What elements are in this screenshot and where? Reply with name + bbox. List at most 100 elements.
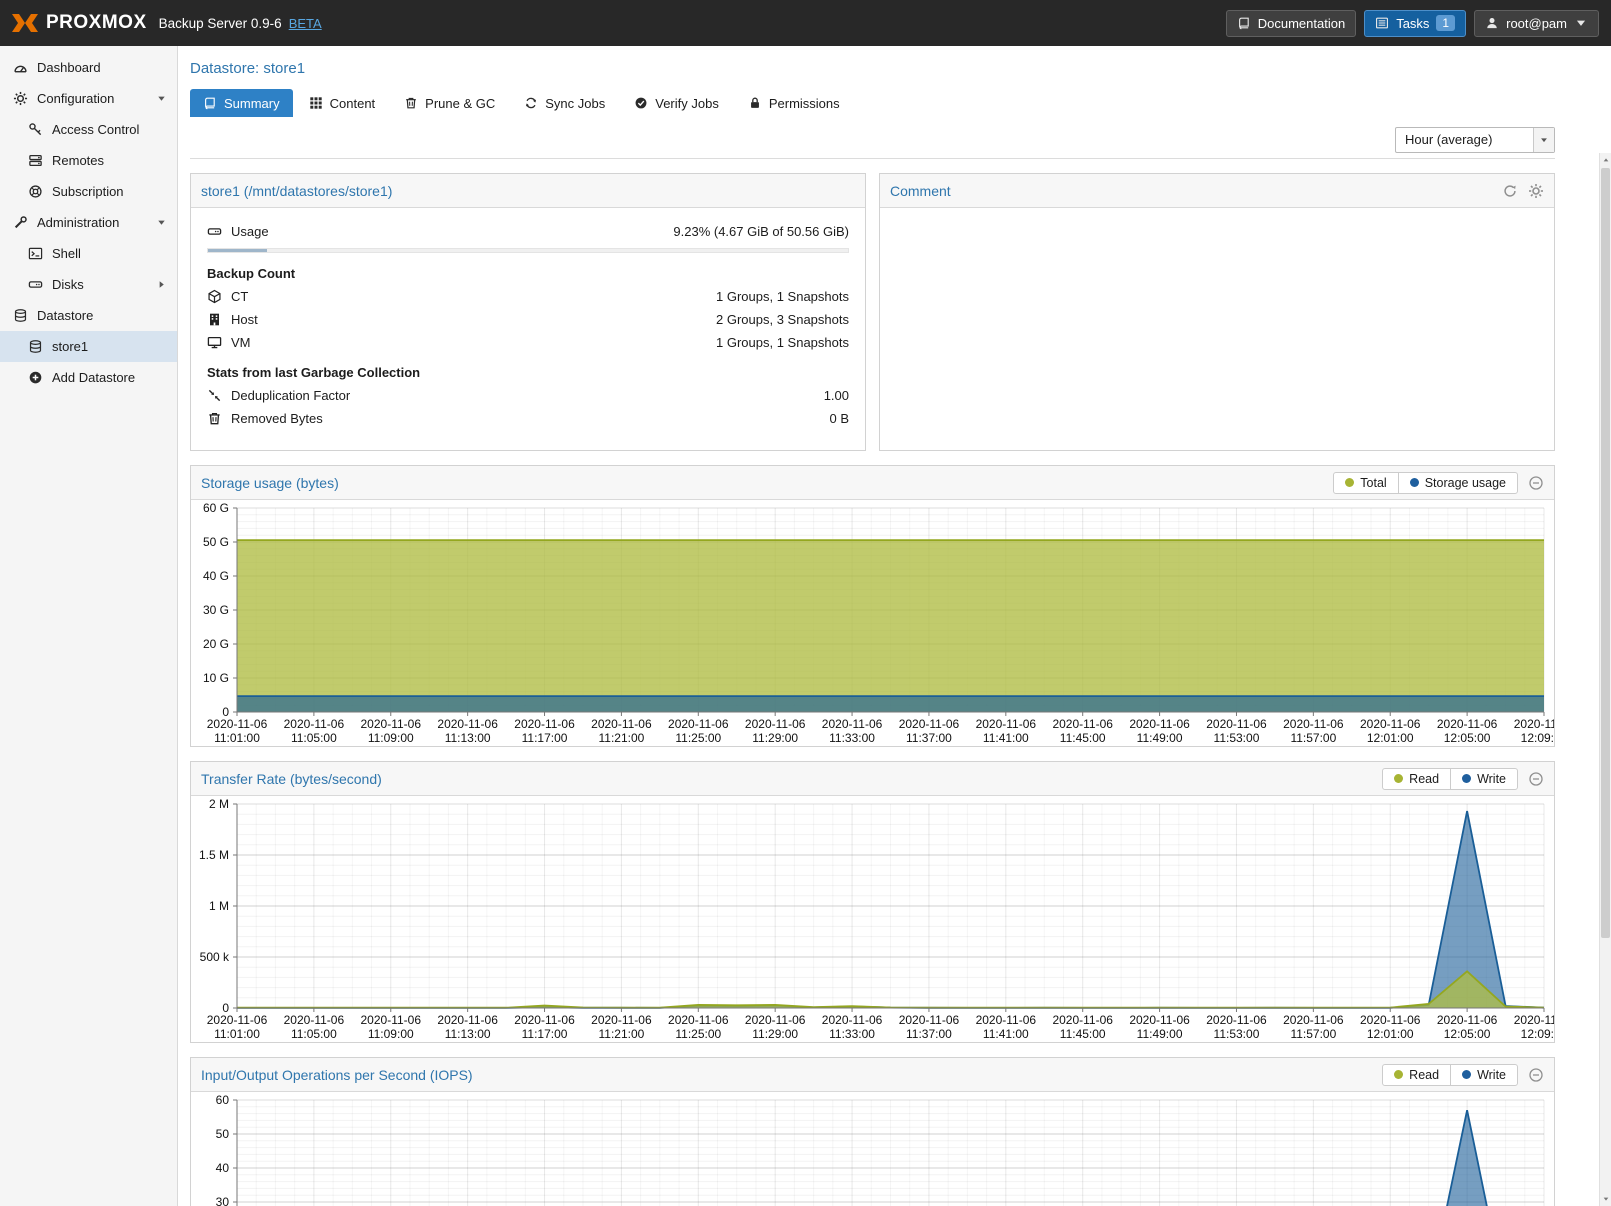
book-icon: [1237, 16, 1251, 30]
sidebar-item-datastore[interactable]: Datastore: [0, 300, 177, 331]
svg-text:11:33:00: 11:33:00: [829, 1027, 875, 1041]
svg-text:11:37:00: 11:37:00: [906, 731, 952, 745]
svg-text:2020-11-06: 2020-11-06: [899, 717, 960, 731]
chevron-down-icon: [156, 217, 167, 228]
svg-text:11:13:00: 11:13:00: [445, 1027, 491, 1041]
svg-text:11:49:00: 11:49:00: [1137, 1027, 1183, 1041]
svg-text:11:13:00: 11:13:00: [445, 731, 491, 745]
sidebar-item-access-control[interactable]: Access Control: [0, 114, 177, 145]
chart-title: Storage usage (bytes): [201, 475, 1323, 491]
legend-item-storage-usage: Storage usage: [1398, 473, 1517, 493]
sidebar-item-disks[interactable]: Disks: [0, 269, 177, 300]
top-header: PROXMOX Backup Server 0.9-6 BETA Documen…: [0, 0, 1611, 46]
database-icon: [13, 308, 28, 323]
svg-text:11:29:00: 11:29:00: [752, 1027, 798, 1041]
sync-icon: [524, 96, 538, 110]
tab-content[interactable]: Content: [296, 89, 389, 117]
user-menu-button[interactable]: root@pam: [1474, 10, 1599, 37]
sidebar-item-dashboard[interactable]: Dashboard: [0, 52, 177, 83]
collapse-icon[interactable]: [1528, 475, 1544, 491]
server-icon: [28, 153, 43, 168]
svg-text:20 G: 20 G: [203, 637, 229, 651]
sidebar-item-configuration[interactable]: Configuration: [0, 83, 177, 114]
tab-prune-gc[interactable]: Prune & GC: [391, 89, 508, 117]
hdd-icon: [28, 277, 43, 292]
legend-dot: [1394, 1070, 1403, 1079]
gear-icon[interactable]: [1528, 183, 1544, 199]
legend-dot: [1462, 1070, 1471, 1079]
user-icon: [1485, 16, 1499, 30]
tasks-button[interactable]: Tasks 1: [1364, 10, 1466, 37]
sidebar-item-remotes[interactable]: Remotes: [0, 145, 177, 176]
svg-text:2020-11-06: 2020-11-06: [1437, 1013, 1498, 1027]
svg-text:1.5 M: 1.5 M: [199, 848, 229, 862]
collapse-icon[interactable]: [1528, 1067, 1544, 1083]
legend-item-total: Total: [1334, 473, 1397, 493]
backup-count-heading: Backup Count: [207, 266, 849, 281]
tab-permissions[interactable]: Permissions: [735, 89, 853, 117]
iops-chart: 01020304050602020-11-0611:01:002020-11-0…: [191, 1092, 1554, 1206]
tab-summary[interactable]: Summary: [190, 89, 293, 117]
svg-text:2020-11-06: 2020-11-06: [1206, 1013, 1267, 1027]
svg-text:1 M: 1 M: [209, 899, 229, 913]
svg-text:30 G: 30 G: [203, 603, 229, 617]
scroll-down-button[interactable]: [1600, 1192, 1611, 1206]
plus-circle-icon: [28, 370, 43, 385]
svg-text:11:29:00: 11:29:00: [752, 731, 798, 745]
usage-progress-bar: [207, 248, 849, 253]
timeframe-select[interactable]: Hour (average): [1395, 127, 1555, 153]
sidebar-item-administration[interactable]: Administration: [0, 207, 177, 238]
svg-text:11:33:00: 11:33:00: [829, 731, 875, 745]
documentation-button[interactable]: Documentation: [1226, 10, 1356, 37]
svg-text:12:01:00: 12:01:00: [1367, 731, 1414, 745]
page-title: Datastore: store1: [190, 46, 1555, 89]
scroll-up-button[interactable]: [1600, 153, 1611, 167]
vm-row: VM 1 Groups, 1 Snapshots: [207, 333, 849, 352]
main-content: Datastore: store1 Summary Content Prune …: [178, 46, 1611, 1206]
svg-text:60: 60: [216, 1093, 230, 1107]
storage-usage-chart: 010 G20 G30 G40 G50 G60 G2020-11-0611:01…: [191, 500, 1554, 746]
svg-text:2020-11-06: 2020-11-06: [1514, 717, 1554, 731]
chart-legend: Total Storage usage: [1333, 472, 1518, 494]
comment-panel: Comment: [879, 173, 1555, 451]
svg-text:2020-11-06: 2020-11-06: [1129, 717, 1190, 731]
dedup-factor-row: Deduplication Factor 1.00: [207, 386, 849, 405]
legend-item-read: Read: [1383, 769, 1450, 789]
svg-text:40: 40: [216, 1161, 230, 1175]
tab-sync-jobs[interactable]: Sync Jobs: [511, 89, 618, 117]
gear-icon: [13, 91, 28, 106]
sidebar-item-shell[interactable]: Shell: [0, 238, 177, 269]
svg-text:11:21:00: 11:21:00: [598, 1027, 644, 1041]
lifering-icon: [28, 184, 43, 199]
scrollbar-thumb[interactable]: [1601, 168, 1610, 938]
collapse-icon[interactable]: [1528, 771, 1544, 787]
chevron-down-icon: [1574, 16, 1588, 30]
sidebar-item-store1[interactable]: store1: [0, 331, 177, 362]
sidebar-item-subscription[interactable]: Subscription: [0, 176, 177, 207]
chart-title: Input/Output Operations per Second (IOPS…: [201, 1067, 1372, 1083]
svg-text:2020-11-06: 2020-11-06: [899, 1013, 960, 1027]
usage-value: 9.23% (4.67 GiB of 50.56 GiB): [673, 224, 849, 239]
key-icon: [28, 122, 43, 137]
beta-link[interactable]: BETA: [289, 16, 322, 31]
tasks-count-badge: 1: [1436, 15, 1455, 31]
terminal-icon: [28, 246, 43, 261]
top-panels: store1 (/mnt/datastores/store1) Usage 9.…: [190, 173, 1555, 451]
combo-trigger[interactable]: [1533, 128, 1554, 152]
svg-text:11:25:00: 11:25:00: [675, 731, 721, 745]
svg-text:2020-11-06: 2020-11-06: [1129, 1013, 1190, 1027]
svg-text:2020-11-06: 2020-11-06: [361, 717, 422, 731]
svg-text:11:17:00: 11:17:00: [522, 1027, 568, 1041]
refresh-icon[interactable]: [1502, 183, 1518, 199]
svg-text:12:09:00: 12:09:00: [1521, 1027, 1554, 1041]
svg-text:2020-11-06: 2020-11-06: [207, 717, 268, 731]
tab-verify-jobs[interactable]: Verify Jobs: [621, 89, 732, 117]
svg-text:12:05:00: 12:05:00: [1444, 1027, 1491, 1041]
svg-text:2020-11-06: 2020-11-06: [822, 1013, 883, 1027]
svg-text:2020-11-06: 2020-11-06: [1283, 1013, 1344, 1027]
comment-body[interactable]: [880, 208, 1554, 450]
vertical-scrollbar[interactable]: [1599, 153, 1611, 1206]
sidebar-item-add-datastore[interactable]: Add Datastore: [0, 362, 177, 393]
svg-text:2020-11-06: 2020-11-06: [591, 717, 652, 731]
cube-icon: [207, 289, 222, 304]
